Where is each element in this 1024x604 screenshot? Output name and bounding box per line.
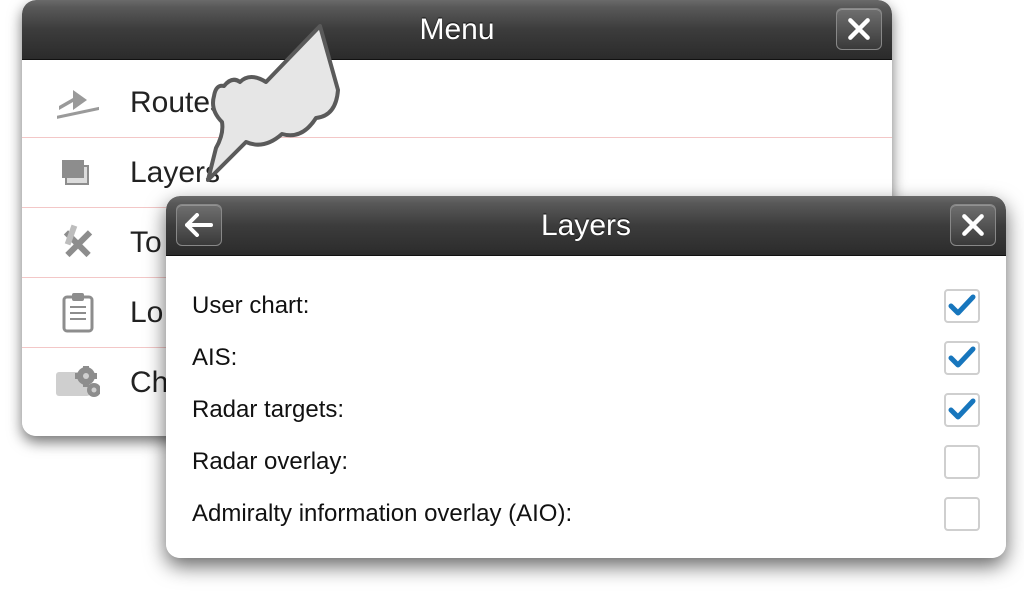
menu-item-label: To (130, 226, 162, 260)
layer-row: Admiralty information overlay (AIO): (192, 490, 980, 538)
menu-close-button[interactable] (836, 8, 882, 50)
layer-row: AIS: (192, 334, 980, 382)
layer-label: Radar overlay: (192, 448, 348, 476)
layers-close-button[interactable] (950, 204, 996, 246)
close-icon (960, 212, 986, 238)
menu-item-label: Ch (130, 366, 168, 400)
check-icon (948, 346, 976, 370)
layers-title: Layers (541, 209, 631, 243)
clipboard-icon (54, 293, 102, 333)
check-icon (948, 398, 976, 422)
routes-icon (54, 83, 102, 123)
layer-label: Radar targets: (192, 396, 344, 424)
layer-label: Admiralty information overlay (AIO): (192, 500, 572, 528)
layer-row: Radar targets: (192, 386, 980, 434)
layer-row: User chart: (192, 282, 980, 330)
back-arrow-icon (185, 213, 213, 237)
tools-icon (54, 223, 102, 263)
settings-panel-icon (54, 363, 102, 403)
layer-checkbox[interactable] (944, 445, 980, 479)
layer-checkbox[interactable] (944, 393, 980, 427)
layer-checkbox[interactable] (944, 497, 980, 531)
menu-item-label: Lo (130, 296, 163, 330)
check-icon (948, 294, 976, 318)
layers-header: Layers (166, 196, 1006, 256)
layer-label: AIS: (192, 344, 237, 372)
layer-row: Radar overlay: (192, 438, 980, 486)
layers-panel: Layers User chart: AIS: Radar targets: Rada… (166, 196, 1006, 558)
menu-item-label: Layers (130, 156, 220, 190)
menu-header: Menu (22, 0, 892, 60)
layers-back-button[interactable] (176, 204, 222, 246)
close-icon (846, 16, 872, 42)
layer-checkbox[interactable] (944, 341, 980, 375)
menu-item-routes[interactable]: Routes (22, 68, 892, 138)
layers-body: User chart: AIS: Radar targets: Radar overl… (166, 256, 1006, 558)
layer-checkbox[interactable] (944, 289, 980, 323)
layers-icon (54, 153, 102, 193)
menu-item-label: Routes (130, 86, 225, 120)
menu-title: Menu (419, 13, 494, 47)
layer-label: User chart: (192, 292, 309, 320)
